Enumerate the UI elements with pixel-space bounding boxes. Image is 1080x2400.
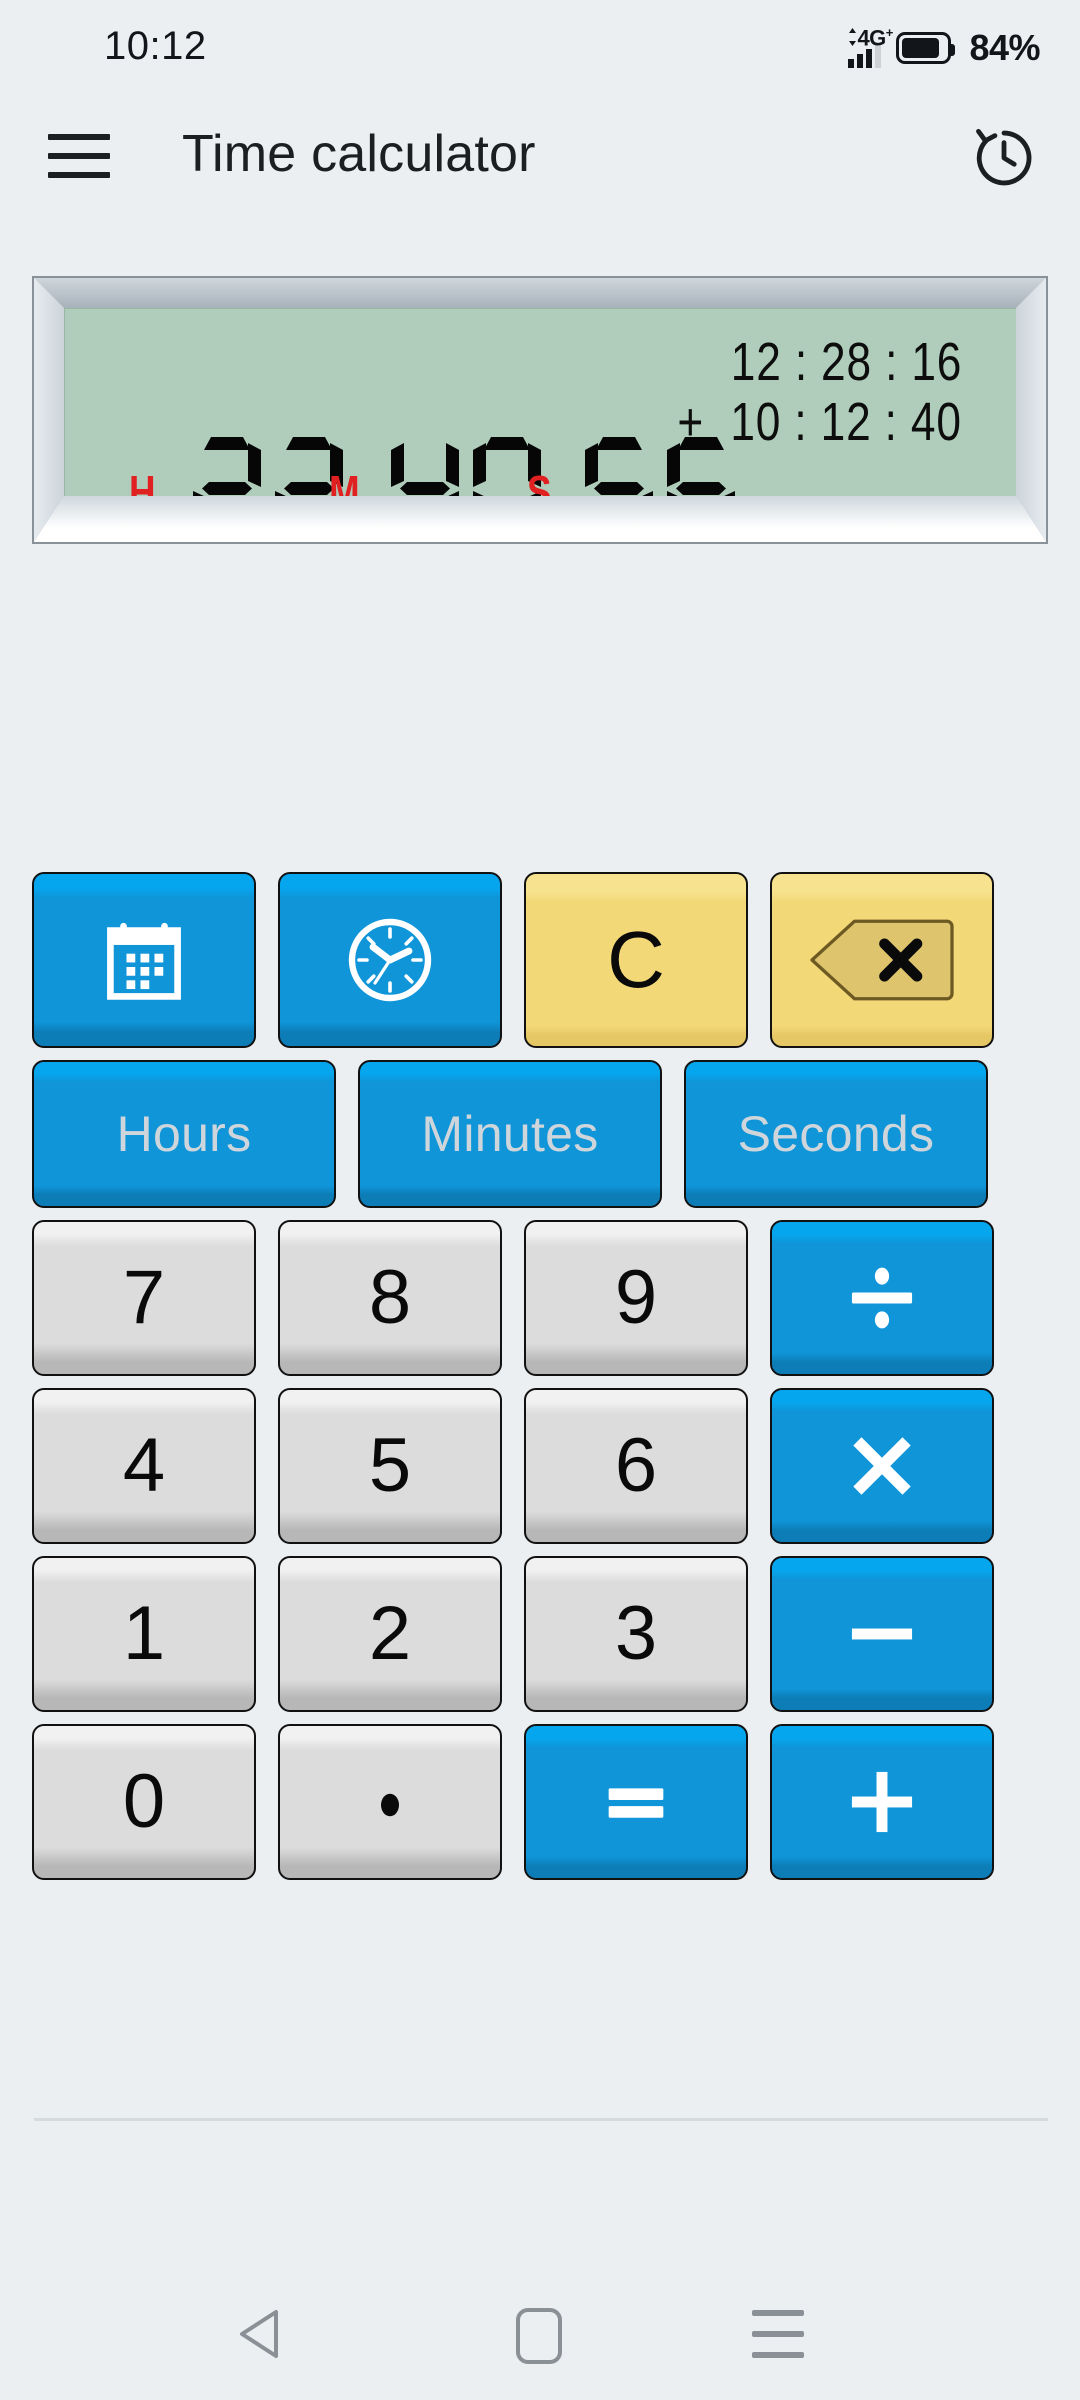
clear-button-label: C [607, 915, 665, 1004]
battery-percent-label: 84% [969, 27, 1040, 68]
digit-2-button-label: 2 [368, 1591, 412, 1676]
hours-button-label: Hours [116, 1106, 252, 1162]
bezel-right [1016, 278, 1046, 542]
page-title: Time calculator [182, 125, 536, 183]
calculator-display: 12 : 28 : 16 + 10 : 12 : 40 H. M. S. [32, 276, 1048, 544]
network-type-label: 4G+ [857, 25, 893, 51]
app-bar: Time calculator [0, 92, 1080, 220]
dot-icon [381, 1793, 399, 1817]
divide-button[interactable] [770, 1220, 994, 1376]
hours-button[interactable]: Hours [32, 1060, 336, 1208]
keypad-row-0: 0 [0, 1724, 1080, 1880]
battery-icon [896, 32, 956, 64]
digit-6-button[interactable]: 6 [524, 1388, 748, 1544]
clear-button[interactable]: C [524, 872, 748, 1048]
digit-3-button-label: 3 [614, 1591, 658, 1676]
bezel-top [34, 278, 1046, 308]
seconds-unit-label: S. [527, 466, 562, 496]
hours-unit-label: H. [129, 466, 166, 496]
history-clock-icon[interactable] [970, 124, 1038, 192]
digit-8-button[interactable]: 8 [278, 1220, 502, 1376]
digit-9-button-label: 9 [614, 1255, 658, 1340]
keypad-row-functions: C [0, 872, 1080, 1048]
clock-button[interactable] [278, 872, 502, 1048]
digit-7-button-label: 7 [122, 1255, 166, 1340]
digit-4-button-label: 4 [122, 1423, 166, 1508]
bezel-bottom [34, 496, 1046, 542]
digit-5-button-label: 5 [368, 1423, 412, 1508]
digit-2-button[interactable]: 2 [278, 1556, 502, 1712]
backspace-button[interactable] [770, 872, 994, 1048]
data-transfer-icon [849, 28, 857, 46]
multiply-icon [853, 1437, 911, 1495]
keypad: C Hours Minutes Seconds 7 8 9 4 5 6 1 2 3 0 [0, 872, 1080, 1892]
signal-bars-icon: 4G+ [848, 26, 893, 68]
seven-segment-digit [585, 437, 653, 496]
digit-7-button[interactable]: 7 [32, 1220, 256, 1376]
digit-4-button[interactable]: 4 [32, 1388, 256, 1544]
bezel-left [34, 278, 64, 542]
calendar-button[interactable] [32, 872, 256, 1048]
digit-0-button-label: 0 [122, 1759, 166, 1844]
multiply-button[interactable] [770, 1388, 994, 1544]
minus-icon [851, 1628, 913, 1640]
divide-icon [851, 1267, 913, 1329]
equals-button[interactable] [524, 1724, 748, 1880]
calendar-icon [107, 922, 181, 1000]
seven-segment-digit [193, 437, 261, 496]
digit-1-button-label: 1 [122, 1591, 166, 1676]
keypad-row-units: Hours Minutes Seconds [0, 1060, 1080, 1208]
hamburger-menu-icon[interactable] [48, 134, 110, 178]
back-triangle-icon[interactable] [236, 2308, 284, 2360]
status-bar: 10:12 4G+ 84% [0, 0, 1080, 92]
seconds-button[interactable]: Seconds [684, 1060, 988, 1208]
backspace-icon [810, 919, 954, 1001]
digit-9-button[interactable]: 9 [524, 1220, 748, 1376]
status-indicators: 4G+ 84% [848, 26, 1040, 70]
equals-icon [608, 1788, 664, 1818]
digit-1-button[interactable]: 1 [32, 1556, 256, 1712]
android-nav-bar [0, 2260, 1080, 2400]
seconds-button-label: Seconds [737, 1106, 935, 1162]
minutes-value [391, 437, 541, 496]
lcd-screen: 12 : 28 : 16 + 10 : 12 : 40 H. M. S. [64, 308, 1016, 496]
result-row: H. M. S. [65, 437, 1016, 496]
hours-value [193, 437, 343, 496]
digit-6-button-label: 6 [614, 1423, 658, 1508]
phone-screen: 10:12 4G+ 84% Time calculator 12: 28: … [0, 0, 1080, 2400]
digit-5-button[interactable]: 5 [278, 1388, 502, 1544]
plus-button[interactable] [770, 1724, 994, 1880]
seven-segment-digit [391, 437, 459, 496]
digit-3-button[interactable]: 3 [524, 1556, 748, 1712]
recents-lines-icon[interactable] [752, 2310, 804, 2358]
home-square-icon[interactable] [516, 2308, 562, 2364]
minutes-button[interactable]: Minutes [358, 1060, 662, 1208]
digit-0-button[interactable]: 0 [32, 1724, 256, 1880]
minutes-unit-label: M. [329, 466, 370, 496]
keypad-row-456: 4 5 6 [0, 1388, 1080, 1544]
keypad-divider [34, 2118, 1048, 2121]
seconds-value [585, 437, 735, 496]
plus-icon [851, 1771, 913, 1833]
keypad-row-789: 7 8 9 [0, 1220, 1080, 1376]
keypad-row-123: 1 2 3 [0, 1556, 1080, 1712]
minus-button[interactable] [770, 1556, 994, 1712]
seven-segment-digit [667, 437, 735, 496]
clock-icon [348, 918, 432, 1002]
decimal-point-button[interactable] [278, 1724, 502, 1880]
digit-8-button-label: 8 [368, 1255, 412, 1340]
operand-1-line: 12 : 28 : 16 [730, 332, 962, 392]
minutes-button-label: Minutes [421, 1106, 599, 1162]
status-clock: 10:12 [104, 24, 207, 68]
